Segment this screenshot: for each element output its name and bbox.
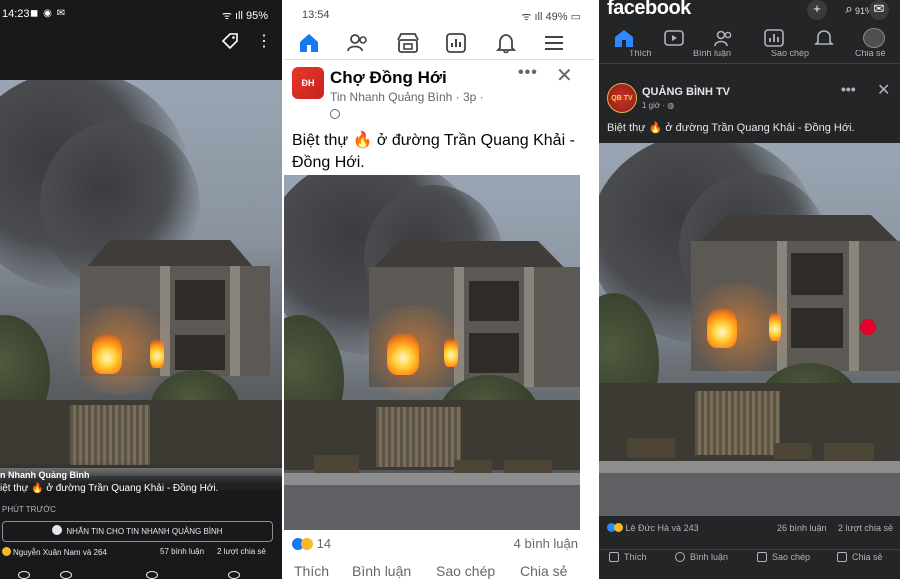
more-options-icon[interactable]: ••• xyxy=(518,64,538,82)
home-icon[interactable] xyxy=(297,32,321,54)
like-button[interactable]: Thích xyxy=(629,50,652,58)
video-icon[interactable] xyxy=(663,28,685,48)
left-phone-screen: 14:23 ◼ ◉ ✉ ᯤ ıll 95% ⋮ n Nhanh Quảng Bì… xyxy=(0,0,282,579)
status-time: 13:54 xyxy=(302,9,330,21)
share-icon[interactable] xyxy=(146,571,158,579)
notifications-icon[interactable] xyxy=(494,32,518,54)
screenshot-collage: 14:23 ◼ ◉ ✉ ᯤ ıll 95% ⋮ n Nhanh Quảng Bì… xyxy=(0,0,900,579)
dashboard-icon[interactable] xyxy=(444,32,468,54)
comment-button[interactable]: Bình luận xyxy=(693,50,731,58)
haha-reaction-icon xyxy=(2,547,11,556)
add-icon[interactable]: + xyxy=(807,0,827,20)
menu-icon[interactable] xyxy=(542,32,566,54)
public-globe-icon: ◍ xyxy=(667,101,675,110)
page-name[interactable]: n Nhanh Quảng Bình xyxy=(0,470,90,480)
copy-button[interactable]: Sao chép xyxy=(757,552,810,562)
haha-reaction-icon xyxy=(301,538,313,550)
right-phone-screen: facebook + ⌕ 91% ✉ Thích Bình luận Sao c… xyxy=(599,0,900,579)
status-time: 14:23 xyxy=(2,8,30,20)
copy-button[interactable]: Sao chép xyxy=(771,50,809,58)
public-globe-icon xyxy=(330,109,340,119)
post-action-bar: Thích Bình luận Sao chép Chia sẻ xyxy=(284,563,595,579)
close-icon[interactable]: ✕ xyxy=(877,80,890,100)
home-icon[interactable] xyxy=(613,28,635,48)
status-battery: ᯤ ıll 49% ▭ xyxy=(521,11,581,23)
group-name[interactable]: Chợ Đồng Hới xyxy=(330,68,447,88)
share-button[interactable]: Chia sẻ xyxy=(520,563,567,579)
shares-count[interactable]: 2 lượt chia sẻ xyxy=(217,547,266,556)
post-caption: iệt thự 🔥 ở đường Trần Quang Khải - Đồng… xyxy=(0,483,219,494)
top-tab-bar xyxy=(284,26,595,60)
comments-count[interactable]: 4 bình luận xyxy=(514,536,578,551)
friends-icon[interactable] xyxy=(713,28,735,48)
status-battery: ᯤ ıll 95% xyxy=(221,10,268,22)
reactions-text[interactable]: Lê Đức Hà và 243 xyxy=(607,523,699,533)
action-bar-cut xyxy=(0,571,282,579)
more-options-icon[interactable]: ⋮ xyxy=(256,32,272,52)
post-photo[interactable] xyxy=(599,143,900,516)
reactions-text[interactable]: Nguyễn Xuân Nam và 264 xyxy=(2,547,107,557)
copy-button[interactable]: Sao chép xyxy=(436,563,495,579)
profile-avatar[interactable] xyxy=(863,28,885,48)
messenger-icon xyxy=(52,525,63,535)
notifications-icon[interactable] xyxy=(813,28,835,48)
post-subtitle: Tin Nhanh Quảng Bình · 3p · xyxy=(330,90,484,104)
like-button[interactable]: Thích xyxy=(609,552,647,562)
friends-icon[interactable] xyxy=(346,32,370,54)
record-indicator xyxy=(860,319,876,335)
status-bar: 14:23 ◼ ◉ ✉ ᯤ ıll 95% xyxy=(0,0,282,30)
page-name[interactable]: QUẢNG BÌNH TV xyxy=(642,86,730,98)
post-photo[interactable] xyxy=(284,175,580,530)
notification-icons: ◼ ◉ ✉ xyxy=(30,8,66,19)
link-icon xyxy=(757,552,767,562)
post-action-bar: Thích Bình luận Sao chép Chia sẻ xyxy=(599,549,900,565)
send-message-button[interactable]: NHẮN TIN CHO TIN NHANH QUẢNG BÌNH xyxy=(2,521,273,542)
dashboard-icon[interactable] xyxy=(763,28,785,48)
tag-icon[interactable] xyxy=(220,32,240,52)
haha-reaction-icon xyxy=(614,523,623,532)
post-time: PHÚT TRƯỚC xyxy=(2,505,56,514)
post-time: 1 giờ · ◍ xyxy=(642,101,675,110)
comments-count[interactable]: 26 bình luận xyxy=(777,523,827,533)
marketplace-icon[interactable] xyxy=(396,32,420,54)
group-avatar[interactable]: ĐH xyxy=(292,67,324,99)
like-icon[interactable] xyxy=(18,571,30,579)
share-button[interactable]: Chia sẻ xyxy=(855,50,886,58)
facebook-logo[interactable]: facebook xyxy=(607,0,691,20)
messenger-icon[interactable]: ✉ xyxy=(869,0,889,20)
reaction-summary: Lê Đức Hà và 243 26 bình luận 2 lượt chi… xyxy=(607,523,897,537)
more-options-icon[interactable]: ••• xyxy=(841,81,856,97)
comment-icon[interactable] xyxy=(60,571,72,579)
like-button[interactable]: Thích xyxy=(294,563,329,579)
reactions-count[interactable]: 14 xyxy=(292,536,331,551)
post-photo[interactable] xyxy=(0,80,282,490)
close-icon[interactable]: ✕ xyxy=(556,63,573,88)
like-icon xyxy=(609,552,619,562)
post-text: Biệt thự 🔥 ở đường Trần Quang Khải - Đồn… xyxy=(607,122,855,134)
comment-button[interactable]: Bình luận xyxy=(352,563,411,579)
send-icon[interactable] xyxy=(228,571,240,579)
reaction-summary: Nguyễn Xuân Nam và 264 57 bình luận 2 lư… xyxy=(0,546,282,560)
comments-count[interactable]: 57 bình luận xyxy=(160,547,204,556)
comment-button[interactable]: Bình luận xyxy=(675,552,728,562)
reaction-summary: 14 4 bình luận xyxy=(292,536,582,552)
post-text: Biệt thự 🔥 ở đường Trần Quang Khải - Đồn… xyxy=(292,132,575,171)
comment-icon xyxy=(675,552,685,562)
share-icon xyxy=(837,552,847,562)
previous-post-action-bar: Thích Bình luận Sao chép Chia sẻ xyxy=(599,50,900,64)
shares-count[interactable]: 2 lượt chia sẻ xyxy=(838,523,893,533)
share-button[interactable]: Chia sẻ xyxy=(837,552,883,562)
page-avatar[interactable]: QB TV xyxy=(607,83,637,113)
middle-phone-screen: 13:54 ᯤ ıll 49% ▭ ĐH Chợ Đồng Hới Tin Nh… xyxy=(284,0,595,579)
